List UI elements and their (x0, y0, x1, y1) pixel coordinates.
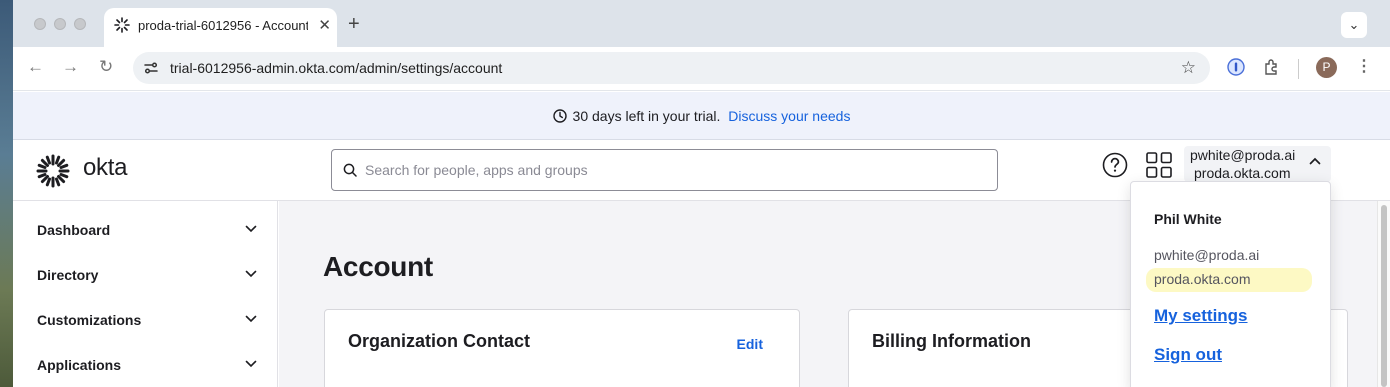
trial-banner: 30 days left in your trial. Discuss your… (13, 92, 1390, 140)
chevron-down-icon (245, 225, 257, 233)
chevron-down-icon (245, 270, 257, 278)
chevron-down-icon (245, 315, 257, 323)
sidebar-item-label: Directory (37, 267, 99, 283)
sidebar-item-label: Applications (37, 357, 122, 373)
toolbar-divider (1298, 59, 1299, 79)
browser-toolbar: ← → ↻ trial-6012956-admin.okta.com/admin… (13, 47, 1390, 91)
okta-favicon-icon (114, 17, 130, 33)
minimize-window-button[interactable] (54, 18, 66, 30)
discuss-needs-link[interactable]: Discuss your needs (728, 108, 850, 124)
close-window-button[interactable] (34, 18, 46, 30)
profile-avatar[interactable]: P (1316, 57, 1337, 78)
chevron-up-icon (1309, 157, 1321, 165)
user-menu-org: proda.okta.com (1154, 271, 1251, 287)
edit-contact-button[interactable]: Edit (737, 336, 763, 352)
clock-icon (552, 109, 567, 123)
sidebar-nav: Dashboard Directory Customizations Appli… (13, 201, 278, 387)
app-switcher-grid-icon[interactable] (1146, 152, 1172, 178)
okta-logo-icon[interactable] (36, 154, 70, 188)
tab-title: proda-trial-6012956 - Account (138, 18, 308, 33)
search-input[interactable] (365, 150, 985, 190)
user-menu-email: pwhite@proda.ai (1154, 247, 1260, 263)
sidebar-item-label: Customizations (37, 312, 142, 328)
user-menu-dropdown: Phil White pwhite@proda.ai proda.okta.co… (1130, 181, 1331, 387)
user-full-name: Phil White (1154, 211, 1222, 227)
trial-days-text: 30 days left in your trial. (572, 108, 721, 124)
page-title: Account (323, 251, 433, 282)
sidebar-item-applications[interactable]: Applications (37, 357, 257, 381)
tab-strip: proda-trial-6012956 - Account ✕ + ⌄ (13, 0, 1390, 47)
site-info-icon[interactable] (143, 60, 159, 76)
help-icon[interactable] (1102, 152, 1128, 178)
tab-search-button[interactable]: ⌄ (1341, 12, 1367, 38)
card-title: Organization Contact (348, 331, 531, 351)
extensions-puzzle-icon[interactable] (1263, 58, 1281, 76)
sidebar-item-dashboard[interactable]: Dashboard (37, 222, 257, 246)
bookmark-star-icon[interactable]: ☆ (1181, 58, 1196, 78)
okta-wordmark: okta (83, 154, 128, 181)
search-icon (343, 163, 357, 177)
user-menu-toggle[interactable]: pwhite@proda.ai proda.okta.com (1184, 146, 1331, 182)
sidebar-item-label: Dashboard (37, 222, 111, 238)
page-scrollbar[interactable] (1377, 201, 1390, 387)
new-tab-button[interactable]: + (348, 13, 360, 36)
desktop-background (0, 0, 13, 387)
reload-icon[interactable]: ↻ (99, 57, 113, 77)
forward-arrow-icon[interactable]: → (62, 57, 79, 77)
user-email: pwhite@proda.ai (1190, 147, 1296, 163)
scrollbar-thumb[interactable] (1381, 205, 1387, 387)
my-settings-link[interactable]: My settings (1154, 306, 1248, 326)
password-manager-icon[interactable] (1227, 58, 1245, 76)
sign-out-link[interactable]: Sign out (1154, 345, 1222, 365)
user-org: proda.okta.com (1194, 165, 1291, 181)
card-title: Billing Information (872, 331, 1031, 351)
browser-menu-icon[interactable]: ⋮ (1356, 56, 1372, 76)
sidebar-item-customizations[interactable]: Customizations (37, 312, 257, 336)
chevron-down-icon (245, 360, 257, 368)
browser-window: proda-trial-6012956 - Account ✕ + ⌄ ← → … (13, 0, 1390, 387)
close-tab-icon[interactable]: ✕ (318, 16, 331, 34)
url-text: trial-6012956-admin.okta.com/admin/setti… (170, 60, 503, 76)
zoom-window-button[interactable] (74, 18, 86, 30)
address-bar[interactable]: trial-6012956-admin.okta.com/admin/setti… (133, 52, 1210, 84)
back-arrow-icon[interactable]: ← (27, 57, 44, 77)
active-tab[interactable]: proda-trial-6012956 - Account ✕ (104, 8, 337, 47)
organization-contact-card: Organization Contact Edit (324, 309, 800, 387)
global-search[interactable] (331, 149, 998, 191)
sidebar-item-directory[interactable]: Directory (37, 267, 257, 291)
